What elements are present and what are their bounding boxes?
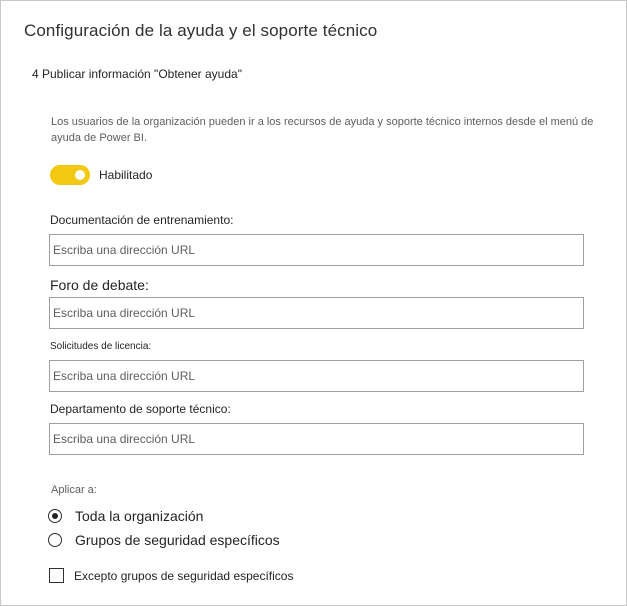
radio-selected-icon[interactable] [48,509,62,523]
enabled-toggle-row: Habilitado [50,165,152,185]
except-security-groups-label: Excepto grupos de seguridad específicos [74,568,294,583]
training-documentation-url-input[interactable] [49,234,584,266]
licensing-requests-url-input[interactable] [49,360,584,392]
help-desk-label: Departamento de soporte técnico: [50,402,231,416]
except-security-groups-checkbox[interactable] [49,568,64,583]
page-title: Configuración de la ayuda y el soporte t… [24,21,378,40]
radio-entire-organization[interactable]: Toda la organización [48,508,203,524]
radio-specific-security-groups[interactable]: Grupos de seguridad específicos [48,532,280,548]
training-documentation-label: Documentación de entrenamiento: [50,213,234,227]
radio-specific-security-groups-label: Grupos de seguridad específicos [75,532,280,548]
apply-to-label: Aplicar a: [51,484,97,496]
settings-panel: Configuración de la ayuda y el soporte t… [0,0,627,606]
toggle-knob [75,170,85,180]
enabled-toggle-label: Habilitado [99,168,153,182]
licensing-requests-label: Solicitudes de licencia: [50,341,152,352]
help-desk-url-input[interactable] [49,423,584,455]
section-description: Los usuarios de la organización pueden i… [51,116,594,144]
except-security-groups-checkbox-row[interactable]: Excepto grupos de seguridad específicos [49,568,293,583]
discussion-forum-url-input[interactable] [49,297,584,329]
radio-entire-organization-label: Toda la organización [75,508,204,524]
enabled-toggle-switch[interactable] [50,165,90,185]
discussion-forum-label: Foro de debate: [50,277,149,293]
radio-unselected-icon[interactable] [48,533,62,547]
section-title: 4 Publicar información "Obtener ayuda" [32,67,242,81]
